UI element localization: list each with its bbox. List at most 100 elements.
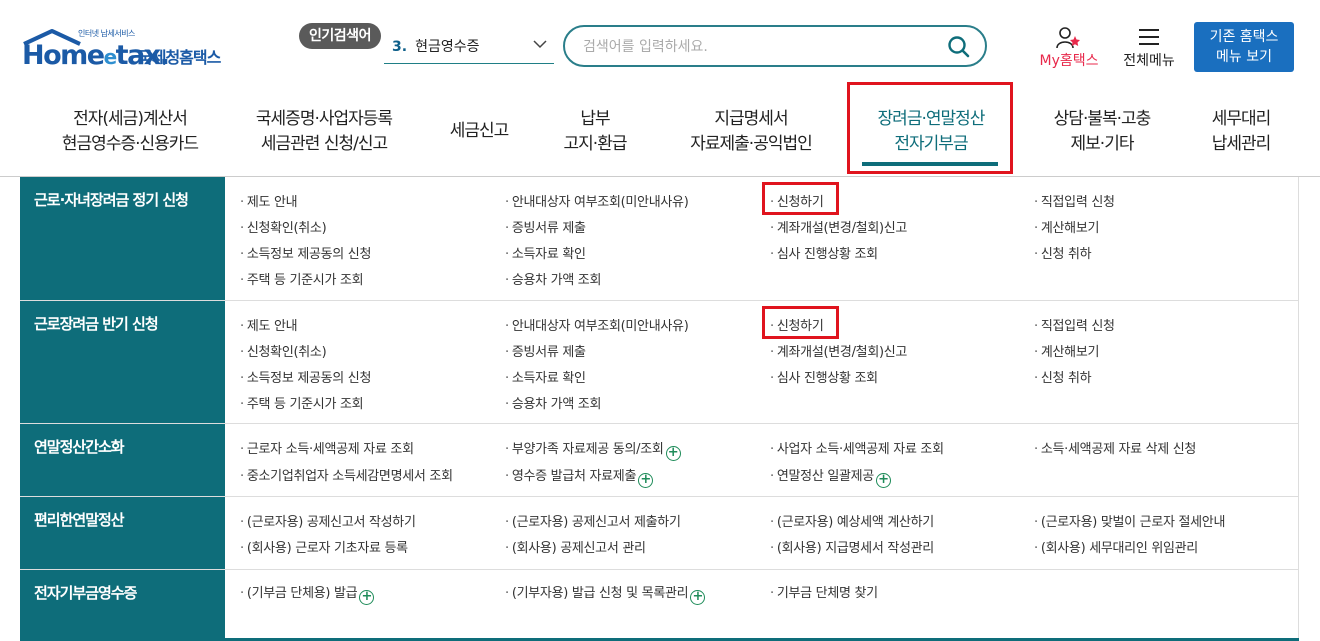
submenu-link[interactable]: (회사용) 세무대리인 위임관리 [1034,537,1198,556]
submenu-link[interactable]: 증빙서류 제출 [505,217,586,236]
submenu-link[interactable]: 근로자 소득·세액공제 자료 조회 [240,438,414,457]
submenu-link[interactable]: 증빙서류 제출 [505,341,586,360]
plus-icon[interactable]: + [875,473,891,488]
submenu-link[interactable]: 직접입력 신청 [1034,315,1115,334]
link-label: 부양가족 자료제공 동의/조회 [511,442,664,457]
section-title: 전자기부금영수증 [34,584,137,602]
section-header: 전자기부금영수증 [20,570,225,638]
submenu-link[interactable]: 주택 등 기준시가 조회 [240,393,364,412]
submenu-link[interactable]: 사업자 소득·세액공제 자료 조회 [770,438,944,457]
submenu-link[interactable]: 계좌개설(변경/철회)신고 [770,341,908,360]
search-box [563,25,987,67]
legacy-menu-button[interactable]: 기존 홈택스 메뉴 보기 [1194,22,1294,72]
gnb-label: 국세증명·사업자등록 [255,109,393,129]
gnb-label: 전자(세금)계산서 [73,109,188,129]
submenu-link[interactable]: 심사 진행상황 조회 [770,243,878,262]
submenu-link[interactable]: 주택 등 기준시가 조회 [240,269,364,288]
submenu-link[interactable]: 소득정보 제공동의 신청 [240,367,372,386]
gnb-label: 세금관련 신청/신고 [260,134,388,154]
section-convenient-yearend: 편리한연말정산 (근로자용) 공제신고서 작성하기 (회사용) 근로자 기초자료… [20,497,1299,570]
section-title: 편리한연말정산 [34,511,125,529]
plus-icon[interactable]: + [665,446,681,461]
submenu-link[interactable]: (근로자용) 예상세액 계산하기 [770,511,934,530]
gnb-tax-agent[interactable]: 세무대리 납세관리 [1196,107,1286,157]
link-label: (기부금 단체용) 발급 [246,586,358,601]
plus-icon[interactable]: + [638,473,654,488]
section-header: 근로장려금 반기 신청 [20,301,225,423]
submenu-link[interactable]: 신청 취하 [1034,367,1092,386]
submenu-link[interactable]: 직접입력 신청 [1034,191,1115,210]
submenu-link[interactable]: 승용차 가액 조회 [505,393,602,412]
submenu-link[interactable]: 안내대상자 여부조회(미안내사유) [505,315,689,334]
search-input[interactable] [581,35,925,59]
section-title: 근로·자녀장려금 정기 신청 [34,191,189,209]
plus-icon[interactable]: + [359,590,375,605]
submenu-link[interactable]: (기부자용) 발급 신청 및 목록관리+ [505,582,706,605]
submenu-link[interactable]: 중소기업취업자 소득세감면명세서 조회 [240,465,453,484]
gnb-label: 납부 [580,109,610,129]
section-title: 근로장려금 반기 신청 [34,315,159,333]
submenu-link[interactable]: 계산해보기 [1034,341,1100,360]
submenu-link[interactable]: 계산해보기 [1034,217,1100,236]
main-navigation: 전자(세금)계산서 현금영수증·신용카드 국세증명·사업자등록세금관련 신청/신고… [0,100,1320,176]
chevron-down-icon [533,40,547,49]
search-icon[interactable] [947,35,971,59]
submenu-link[interactable]: 소득·세액공제 자료 삭제 신청 [1034,438,1197,457]
section-title: 연말정산간소화 [34,438,125,456]
submenu-link[interactable]: 신청확인(취소) [240,341,327,360]
submenu-link[interactable]: 영수증 발급처 자료제출+ [505,465,654,488]
all-menu-label: 전체메뉴 [1123,53,1175,69]
section-e-donation-receipt: 전자기부금영수증 (기부금 단체용) 발급+ (기부자용) 발급 신청 및 목록… [20,570,1299,638]
gnb-payment[interactable]: 납부고지·환급 [545,107,645,157]
hometax-logo[interactable]: 인터넷 납세서비스 Homeetax. 국세청홈택스 [20,22,235,72]
submenu-link[interactable]: 심사 진행상황 조회 [770,367,878,386]
highlight-box [762,306,839,339]
highlight-box [847,82,1013,174]
submenu-link[interactable]: 소득자료 확인 [505,367,586,386]
submenu-link[interactable]: (회사용) 공제신고서 관리 [505,537,646,556]
section-header: 편리한연말정산 [20,497,225,569]
submenu-link[interactable]: 신청확인(취소) [240,217,327,236]
submenu-link[interactable]: 신청 취하 [1034,243,1092,262]
panel-border [1298,177,1299,641]
submenu-link[interactable]: (근로자용) 공제신고서 작성하기 [240,511,416,530]
gnb-statements[interactable]: 지급명세서 자료제출·공익법인 [670,107,832,157]
gnb-label: 세금신고 [449,121,510,141]
submenu-link[interactable]: 소득자료 확인 [505,243,586,262]
submenu-link[interactable]: (근로자용) 공제신고서 제출하기 [505,511,681,530]
logo-tagline: 인터넷 납세서비스 [78,29,135,38]
popular-rank: 3. [392,39,408,55]
gnb-e-invoice[interactable]: 전자(세금)계산서 현금영수증·신용카드 [40,107,220,157]
submenu-link[interactable]: (기부금 단체용) 발급+ [240,582,375,605]
submenu-link[interactable]: 부양가족 자료제공 동의/조회+ [505,438,681,461]
submenu-link[interactable]: (회사용) 근로자 기초자료 등록 [240,537,408,556]
plus-icon[interactable]: + [690,590,706,605]
gnb-consultation[interactable]: 상담·불복·고충제보·기타 [1032,107,1172,157]
gnb-label: 고지·환급 [563,134,628,154]
link-label: (기부자용) 발급 신청 및 목록관리 [511,586,689,601]
submenu-link[interactable]: 제도 안내 [240,191,298,210]
submenu-link[interactable]: (회사용) 지급명세서 작성관리 [770,537,934,556]
submenu-link[interactable]: 연말정산 일괄제공+ [770,465,891,488]
all-menu-button[interactable]: 전체메뉴 [1118,26,1180,70]
section-header: 근로·자녀장려금 정기 신청 [20,177,225,300]
submenu-link[interactable]: 기부금 단체명 찾기 [770,582,878,601]
gnb-label: 상담·불복·고충 [1053,109,1152,129]
submenu-link[interactable]: 소득정보 제공동의 신청 [240,243,372,262]
gnb-label: 지급명세서 [714,109,788,129]
submenu-link[interactable]: (근로자용) 맞벌이 근로자 절세안내 [1034,511,1226,530]
user-star-icon [1056,27,1080,49]
logo-subtitle: 국세청홈택스 [138,48,221,67]
gnb-certificates[interactable]: 국세증명·사업자등록세금관련 신청/신고 [238,107,410,157]
submenu-link[interactable]: 안내대상자 여부조회(미안내사유) [505,191,689,210]
gnb-label: 제보·기타 [1070,134,1135,154]
gnb-tax-report[interactable]: 세금신고 [434,119,524,144]
submenu-link[interactable]: 승용차 가액 조회 [505,269,602,288]
highlight-box [762,182,839,215]
submenu-link[interactable]: 계좌개설(변경/철회)신고 [770,217,908,236]
gnb-label: 납세관리 [1211,134,1272,154]
popular-search-select[interactable]: 3. 현금영수증 [384,32,554,64]
my-hometax-button[interactable]: My홈택스 [1033,26,1105,70]
link-label: 영수증 발급처 자료제출 [511,469,637,484]
submenu-link[interactable]: 제도 안내 [240,315,298,334]
